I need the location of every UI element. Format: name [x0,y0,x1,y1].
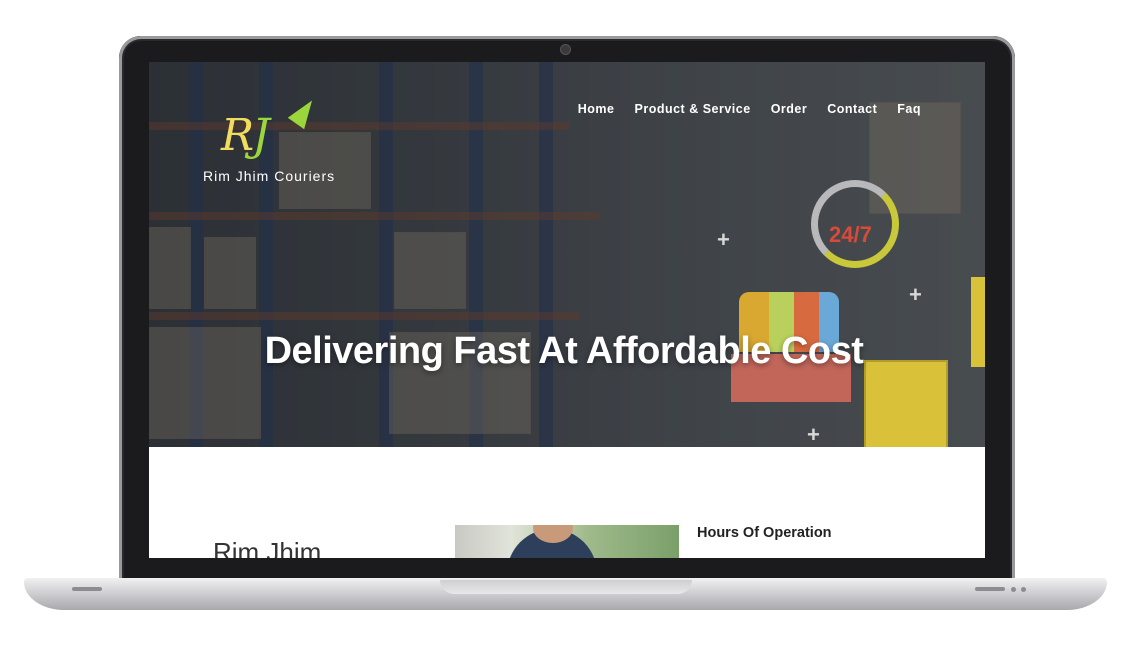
indicator-light [1011,587,1016,592]
courier-photo [455,525,679,558]
brand-heading: Rim Jhim [213,537,322,558]
laptop-bezel-bottom [149,558,985,578]
badge-24-7: 24/7 [829,222,872,247]
indicator-light [1021,587,1026,592]
hero-banner: 24/7 + + + RJ Rim Jhim Couriers Home Pro… [149,62,985,447]
logo-letter-r: R [221,110,254,161]
browser-viewport: 24/7 + + + RJ Rim Jhim Couriers Home Pro… [149,62,985,558]
logo-tagline: Rim Jhim Couriers [203,168,336,184]
content-section: Rim Jhim Hours Of Operation [149,447,985,558]
plus-icon: + [807,422,820,447]
logo-letter-j: J [252,110,270,161]
laptop-vent-right [975,587,1005,591]
plus-icon: + [717,227,730,252]
hero-title: Delivering Fast At Affordable Cost [264,330,864,373]
nav-product-service[interactable]: Product & Service [635,102,751,116]
nav-home[interactable]: Home [578,102,615,116]
nav-order[interactable]: Order [771,102,808,116]
plus-icon: + [909,282,922,307]
logo-mark: RJ [221,110,270,161]
laptop-vent-left [72,587,102,591]
laptop-base-notch [440,580,692,594]
webcam-icon [560,44,571,55]
paper-plane-icon [287,94,321,130]
main-navigation: Home Product & Service Order Contact Faq [578,102,921,116]
nav-contact[interactable]: Contact [827,102,877,116]
nav-faq[interactable]: Faq [897,102,921,116]
hours-heading: Hours Of Operation [697,525,832,541]
site-logo[interactable]: RJ Rim Jhim Couriers [201,94,341,188]
